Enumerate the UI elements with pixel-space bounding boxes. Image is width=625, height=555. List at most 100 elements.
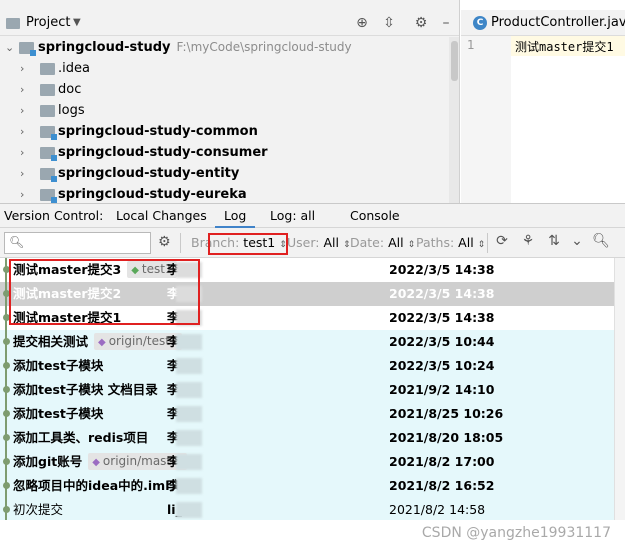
- chevron-right-icon[interactable]: ›: [20, 58, 24, 79]
- search-icon[interactable]: 🔍︎: [592, 233, 610, 249]
- chevron-right-icon[interactable]: ›: [20, 163, 24, 184]
- log-search-input[interactable]: [27, 234, 147, 252]
- cherry-pick-icon[interactable]: ⚘: [519, 233, 537, 249]
- chevron-right-icon[interactable]: ›: [20, 79, 24, 100]
- tree-item-label: springcloud-study-entity: [58, 166, 240, 181]
- user-filter-value: All: [323, 235, 339, 250]
- toolbar-separator: [487, 233, 488, 253]
- tree-item-label: springcloud-study-eureka: [58, 187, 247, 202]
- refresh-icon[interactable]: ⟳: [493, 233, 511, 249]
- date-filter-label: Date:: [350, 235, 385, 250]
- author-redaction: [176, 430, 202, 446]
- tag-icon: ◆: [92, 457, 100, 468]
- commit-subject: 添加test子模块 文档目录: [13, 378, 158, 402]
- chevron-down-icon[interactable]: ▼: [73, 17, 81, 28]
- log-toolbar: 🔍︎ ⚙ Branch: test1 ⇕ User: All ⇕ Date: A…: [0, 228, 625, 258]
- root-name: springcloud-study: [38, 40, 171, 55]
- author-redaction: [176, 502, 202, 518]
- commit-date: 2022/3/5 10:44: [389, 334, 495, 349]
- folder-icon: [40, 63, 55, 75]
- folder-icon: [40, 84, 55, 96]
- editor-pane: C ProductController.java 1 测试master提交1: [461, 0, 625, 203]
- tab-local-changes[interactable]: Local Changes: [116, 208, 207, 223]
- tree-item-label: springcloud-study-consumer: [58, 145, 268, 160]
- project-title[interactable]: Project: [26, 15, 70, 30]
- chevron-right-icon[interactable]: ›: [20, 142, 24, 163]
- tree-root[interactable]: ⌄ springcloud-study F:\myCode\springcloud…: [0, 37, 459, 58]
- tree-item[interactable]: › logs: [0, 100, 459, 121]
- project-scrollbar[interactable]: [449, 37, 459, 203]
- chevron-right-icon[interactable]: ›: [20, 184, 24, 203]
- version-control-label: Version Control:: [4, 208, 104, 223]
- table-row[interactable]: 初次提交 li_ 2021/8/2 14:58: [0, 498, 625, 520]
- table-row[interactable]: 添加git账号 ◆ origin/master 李 2021/8/2 17:00: [0, 450, 625, 474]
- user-filter[interactable]: User: All ⇕: [287, 235, 351, 250]
- module-folder-icon: [40, 126, 57, 140]
- commit-subject: 初次提交: [13, 498, 63, 520]
- author-redaction: [176, 358, 202, 374]
- commit-date: 2022/3/5 14:38: [389, 262, 495, 277]
- tree-item[interactable]: › doc: [0, 79, 459, 100]
- log-search-box[interactable]: 🔍︎: [4, 232, 151, 254]
- commit-subject-text: 添加git账号: [13, 454, 83, 469]
- tree-item[interactable]: › springcloud-study-eureka: [0, 184, 459, 203]
- tree-item[interactable]: › springcloud-study-entity: [0, 163, 459, 184]
- module-folder-icon: [19, 42, 36, 56]
- line-number: 1: [467, 38, 475, 52]
- chevron-down-icon[interactable]: ⌄: [568, 233, 586, 249]
- commit-subject-text: 忽略项目中的idea中的.iml文: [13, 478, 182, 493]
- table-row[interactable]: 添加test子模块 文档目录李 2021/9/2 14:10: [0, 378, 625, 402]
- paths-filter-value: All: [458, 235, 474, 250]
- gear-icon[interactable]: ⚙: [412, 14, 430, 32]
- author-redaction: [176, 454, 202, 470]
- tree-item[interactable]: › .idea: [0, 58, 459, 79]
- locate-icon[interactable]: ⊕: [353, 14, 371, 32]
- commit-date: 2021/8/25 10:26: [389, 406, 504, 421]
- editor-tab-label[interactable]: ProductController.java: [491, 15, 625, 30]
- table-row[interactable]: 忽略项目中的idea中的.iml文李 2021/8/2 16:52: [0, 474, 625, 498]
- editor-gutter: 1: [461, 36, 511, 203]
- table-row[interactable]: 提交相关测试 ◆ origin/test1 李 2022/3/5 10:44: [0, 330, 625, 354]
- date-filter[interactable]: Date: All ⇕: [350, 235, 415, 250]
- tree-item-label: springcloud-study-common: [58, 124, 258, 139]
- chevron-right-icon[interactable]: ›: [20, 121, 24, 142]
- editor-tab[interactable]: C ProductController.java: [461, 10, 625, 36]
- commit-subject: 添加工具类、redis项目: [13, 426, 148, 450]
- tree-item[interactable]: › springcloud-study-consumer: [0, 142, 459, 163]
- tab-log-all[interactable]: Log: all: [270, 208, 315, 223]
- module-folder-icon: [40, 147, 57, 161]
- table-row[interactable]: 添加test子模块李 2022/3/5 10:24: [0, 354, 625, 378]
- chevron-down-icon[interactable]: ⌄: [5, 37, 14, 58]
- tree-item[interactable]: › springcloud-study-common: [0, 121, 459, 142]
- commit-subject: 提交相关测试 ◆ origin/test1: [13, 330, 182, 354]
- commit-subject-text: 初次提交: [13, 502, 64, 517]
- commit-date: 2021/8/2 14:58: [389, 502, 486, 517]
- commit-subject-text: 添加test子模块 文档目录: [13, 382, 158, 397]
- gear-icon[interactable]: ⚙: [158, 234, 171, 250]
- commit-date: 2021/8/2 17:00: [389, 454, 495, 469]
- project-folder-icon: [6, 18, 20, 29]
- branch-annotation-box: [208, 233, 288, 255]
- root-path: F:\myCode\springcloud-study: [176, 40, 352, 54]
- table-row[interactable]: 添加工具类、redis项目李 2021/8/20 18:05: [0, 426, 625, 450]
- project-header: Project ▼ ⊕ ⇳ ⚙ –: [0, 10, 459, 36]
- code-line[interactable]: 测试master提交1: [515, 38, 614, 55]
- author-redaction: [176, 406, 202, 422]
- tag-icon: ◆: [98, 337, 106, 348]
- tab-log[interactable]: Log: [224, 208, 246, 223]
- collapse-all-icon[interactable]: ⇳: [380, 14, 398, 32]
- module-folder-icon: [40, 168, 57, 182]
- hide-panel-icon[interactable]: –: [437, 14, 455, 32]
- chevron-right-icon[interactable]: ›: [20, 100, 24, 121]
- paths-filter[interactable]: Paths: All ⇕: [416, 235, 485, 250]
- intellisort-icon[interactable]: ⇅: [545, 233, 563, 249]
- tree-item-label: logs: [58, 103, 85, 118]
- author-redaction: [176, 334, 202, 350]
- commit-subject-text: 添加test子模块: [13, 358, 104, 373]
- table-row[interactable]: 添加test子模块李 2021/8/25 10:26: [0, 402, 625, 426]
- log-scrollbar[interactable]: [614, 258, 625, 520]
- module-folder-icon: [40, 189, 57, 203]
- tab-console[interactable]: Console: [350, 208, 400, 223]
- commit-date: 2021/8/2 16:52: [389, 478, 495, 493]
- commit-date: 2021/9/2 14:10: [389, 382, 495, 397]
